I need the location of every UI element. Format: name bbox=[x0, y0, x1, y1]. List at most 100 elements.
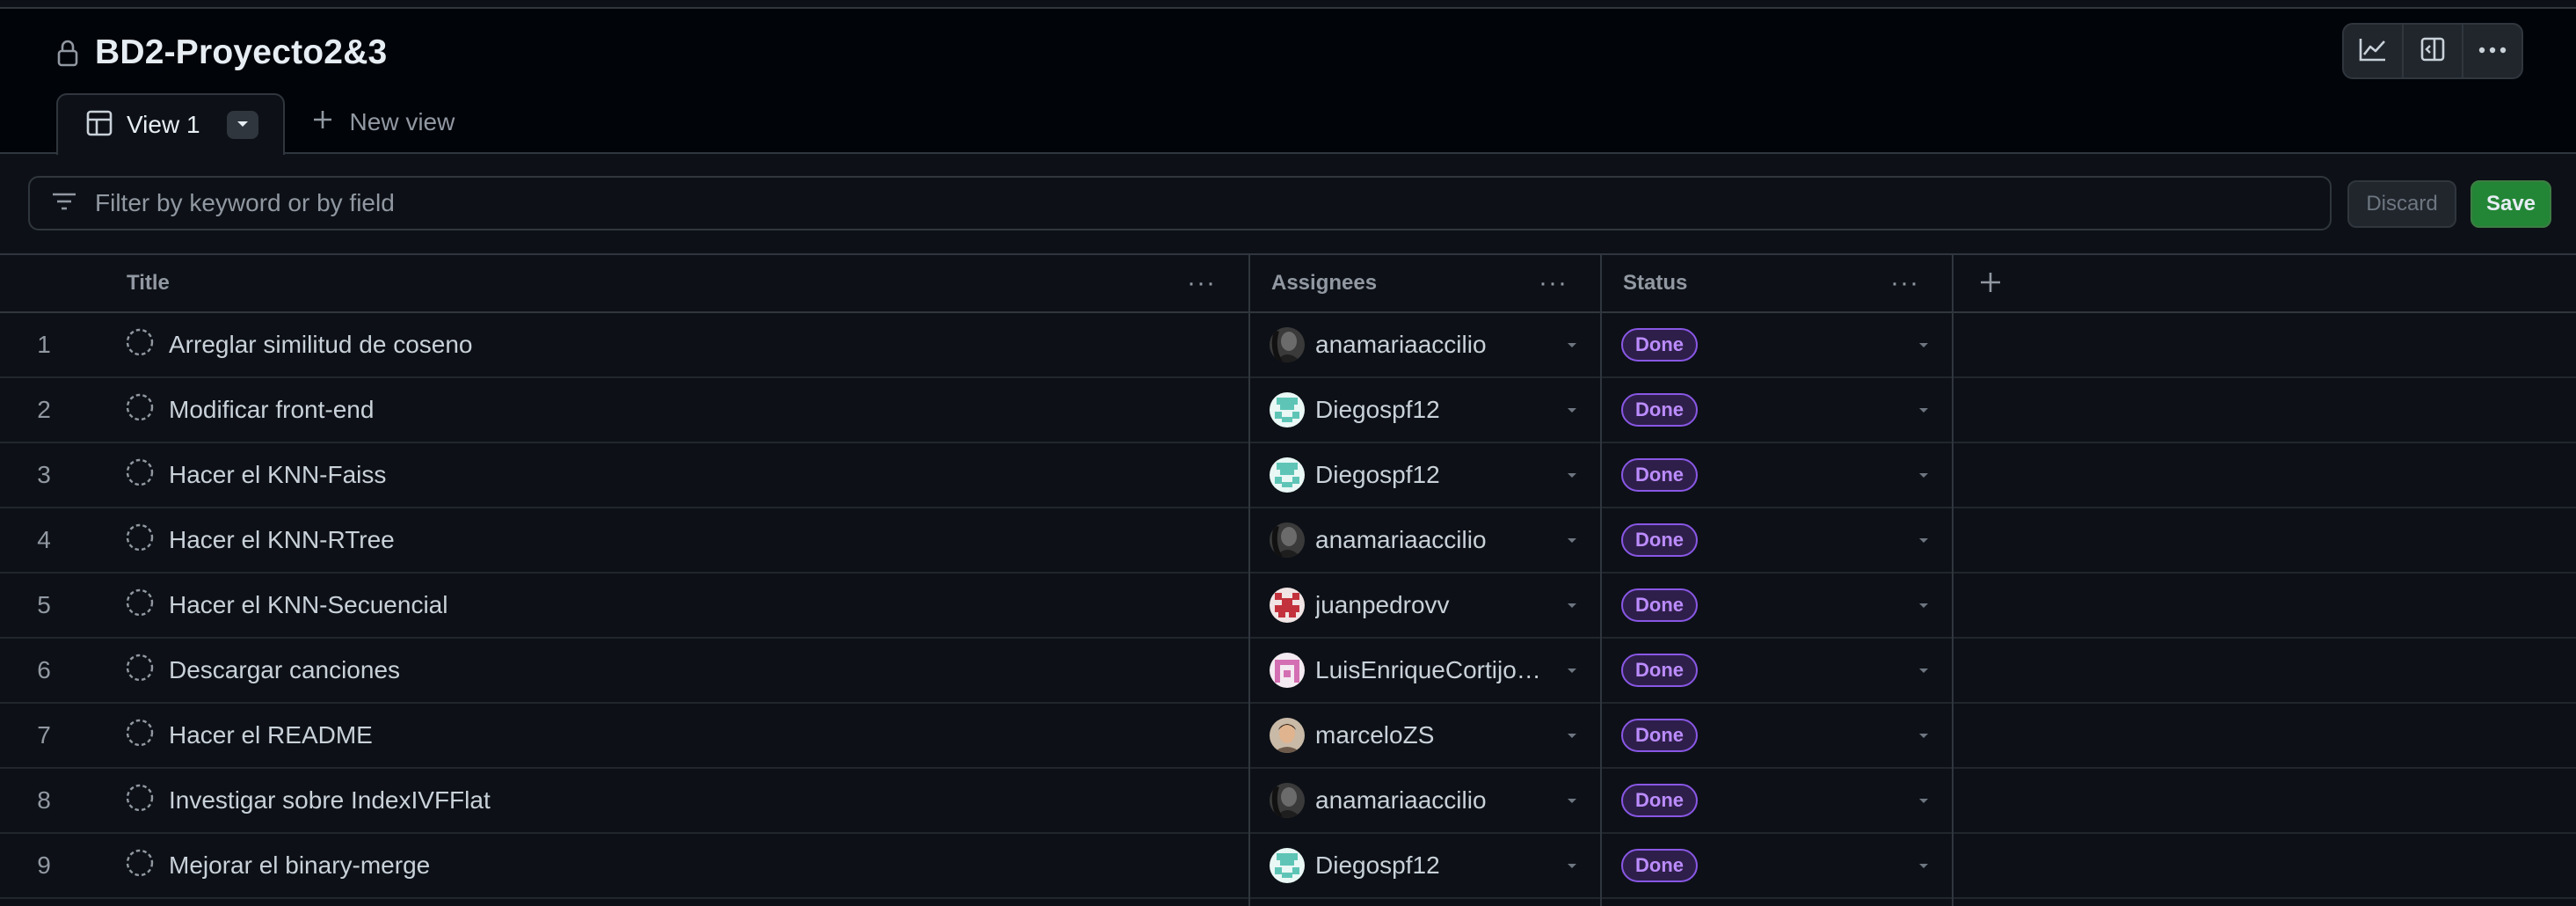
column-header-assignees[interactable]: Assignees bbox=[1271, 255, 1377, 311]
status-badge: Done bbox=[1621, 328, 1698, 362]
assignee-cell[interactable]: Diegospf12 bbox=[1270, 443, 1586, 507]
status-cell[interactable]: Done bbox=[1621, 508, 1947, 572]
draft-issue-icon bbox=[125, 457, 155, 493]
status-cell[interactable]: Done bbox=[1621, 313, 1947, 376]
chevron-down-icon[interactable] bbox=[1917, 574, 1931, 637]
chevron-down-icon[interactable] bbox=[1565, 639, 1579, 702]
triangle-down-icon bbox=[236, 117, 250, 133]
kebab-menu-icon bbox=[2478, 43, 2507, 59]
status-badge: Done bbox=[1621, 719, 1698, 752]
title-row: BD2-Proyecto2&3 bbox=[56, 33, 387, 72]
table-row[interactable]: 5 Hacer el KNN-Secuencial juanpedrovv Do… bbox=[0, 574, 2576, 639]
assignee-name: juanpedrovv bbox=[1315, 591, 1450, 618]
chevron-down-icon[interactable] bbox=[1917, 834, 1931, 897]
status-cell[interactable]: Done bbox=[1621, 443, 1947, 507]
chevron-down-icon[interactable] bbox=[1565, 574, 1579, 637]
status-cell[interactable]: Done bbox=[1621, 639, 1947, 702]
assignee-cell[interactable]: juanpedrovv bbox=[1270, 574, 1586, 637]
window-top-border bbox=[0, 0, 2576, 9]
plus-icon bbox=[1978, 270, 2003, 299]
draft-issue-icon bbox=[125, 392, 155, 428]
status-badge: Done bbox=[1621, 654, 1698, 687]
side-panel-button[interactable] bbox=[2404, 25, 2463, 77]
status-cell[interactable]: Done bbox=[1621, 378, 1947, 442]
avatar bbox=[1270, 588, 1305, 623]
avatar bbox=[1270, 783, 1305, 818]
status-cell[interactable]: Done bbox=[1621, 574, 1947, 637]
status-column-menu-icon[interactable]: ··· bbox=[1890, 255, 1919, 311]
add-column-button[interactable] bbox=[1978, 255, 2003, 313]
assignees-column-menu-icon[interactable]: ··· bbox=[1539, 255, 1568, 311]
assignee-name: Diegospf12 bbox=[1315, 851, 1440, 879]
table-header: Title ··· Assignees ··· Status ··· bbox=[0, 255, 2576, 313]
assignee-name: anamariaaccilio bbox=[1315, 331, 1487, 358]
view-options-button[interactable] bbox=[226, 111, 258, 139]
assignee-name: Diegospf12 bbox=[1315, 396, 1440, 423]
chevron-down-icon[interactable] bbox=[1917, 508, 1931, 572]
title-cell: Arreglar similitud de coseno bbox=[125, 313, 1241, 376]
status-cell[interactable]: Done bbox=[1621, 834, 1947, 897]
table-row[interactable]: 9 Mejorar el binary-merge Diegospf12 Don… bbox=[0, 834, 2576, 899]
table-row[interactable]: 4 Hacer el KNN-RTree anamariaaccilio Don… bbox=[0, 508, 2576, 574]
assignee-cell[interactable]: Diegospf12 bbox=[1270, 834, 1586, 897]
chevron-down-icon[interactable] bbox=[1565, 313, 1579, 376]
table-row[interactable]: 7 Hacer el README marceloZS Done bbox=[0, 704, 2576, 769]
chevron-down-icon[interactable] bbox=[1565, 769, 1579, 832]
item-title[interactable]: Hacer el KNN-Faiss bbox=[169, 461, 386, 489]
chevron-down-icon[interactable] bbox=[1565, 704, 1579, 767]
chevron-down-icon[interactable] bbox=[1565, 443, 1579, 507]
draft-issue-icon bbox=[125, 783, 155, 819]
table-row[interactable]: 8 Investigar sobre IndexIVFFlat anamaria… bbox=[0, 769, 2576, 834]
item-title[interactable]: Hacer el KNN-Secuencial bbox=[169, 591, 448, 619]
avatar bbox=[1270, 653, 1305, 688]
item-title[interactable]: Hacer el README bbox=[169, 721, 373, 749]
item-title[interactable]: Mejorar el binary-merge bbox=[169, 851, 430, 880]
insights-button[interactable] bbox=[2344, 25, 2404, 77]
item-title[interactable]: Investigar sobre IndexIVFFlat bbox=[169, 786, 491, 815]
item-title[interactable]: Arreglar similitud de coseno bbox=[169, 331, 473, 359]
chevron-down-icon[interactable] bbox=[1917, 313, 1931, 376]
item-title[interactable]: Hacer el KNN-RTree bbox=[169, 526, 395, 554]
new-view-button[interactable]: New view bbox=[285, 91, 455, 153]
save-button[interactable]: Save bbox=[2470, 180, 2551, 228]
assignee-cell[interactable]: LuisEnriqueCortijo… bbox=[1270, 639, 1586, 702]
title-cell: Hacer el README bbox=[125, 704, 1241, 767]
discard-button[interactable]: Discard bbox=[2347, 180, 2456, 228]
assignee-name: anamariaaccilio bbox=[1315, 786, 1487, 814]
status-cell[interactable]: Done bbox=[1621, 769, 1947, 832]
draft-issue-icon bbox=[125, 718, 155, 754]
chevron-down-icon[interactable] bbox=[1917, 769, 1931, 832]
chevron-down-icon[interactable] bbox=[1565, 834, 1579, 897]
chevron-down-icon[interactable] bbox=[1917, 378, 1931, 442]
column-header-status[interactable]: Status bbox=[1623, 255, 1687, 311]
row-number: 7 bbox=[37, 721, 51, 749]
table-row[interactable]: 1 Arreglar similitud de coseno anamariaa… bbox=[0, 313, 2576, 378]
status-cell[interactable]: Done bbox=[1621, 704, 1947, 767]
filter-icon bbox=[51, 191, 77, 216]
column-header-title[interactable]: Title bbox=[127, 255, 170, 311]
title-column-menu-icon[interactable]: ··· bbox=[1187, 255, 1216, 311]
table-row[interactable]: 2 Modificar front-end Diegospf12 Done bbox=[0, 378, 2576, 443]
chevron-down-icon[interactable] bbox=[1565, 378, 1579, 442]
chevron-down-icon[interactable] bbox=[1565, 508, 1579, 572]
status-badge: Done bbox=[1621, 588, 1698, 622]
table-row[interactable]: 3 Hacer el KNN-Faiss Diegospf12 Done bbox=[0, 443, 2576, 508]
assignee-cell[interactable]: anamariaaccilio bbox=[1270, 508, 1586, 572]
assignee-cell[interactable]: Diegospf12 bbox=[1270, 378, 1586, 442]
chevron-down-icon[interactable] bbox=[1917, 443, 1931, 507]
draft-issue-icon bbox=[125, 588, 155, 624]
avatar bbox=[1270, 718, 1305, 753]
item-title[interactable]: Descargar canciones bbox=[169, 656, 400, 684]
chevron-down-icon[interactable] bbox=[1917, 639, 1931, 702]
filter-bar[interactable]: Filter by keyword or by field bbox=[28, 176, 2332, 230]
status-badge: Done bbox=[1621, 393, 1698, 427]
chevron-down-icon[interactable] bbox=[1917, 704, 1931, 767]
row-number: 9 bbox=[37, 851, 51, 879]
item-title[interactable]: Modificar front-end bbox=[169, 396, 374, 424]
assignee-cell[interactable]: anamariaaccilio bbox=[1270, 313, 1586, 376]
tab-view-1[interactable]: View 1 bbox=[56, 93, 285, 155]
assignee-cell[interactable]: anamariaaccilio bbox=[1270, 769, 1586, 832]
assignee-cell[interactable]: marceloZS bbox=[1270, 704, 1586, 767]
table-row[interactable]: 6 Descargar canciones LuisEnriqueCortijo… bbox=[0, 639, 2576, 704]
more-options-button[interactable] bbox=[2463, 25, 2521, 77]
